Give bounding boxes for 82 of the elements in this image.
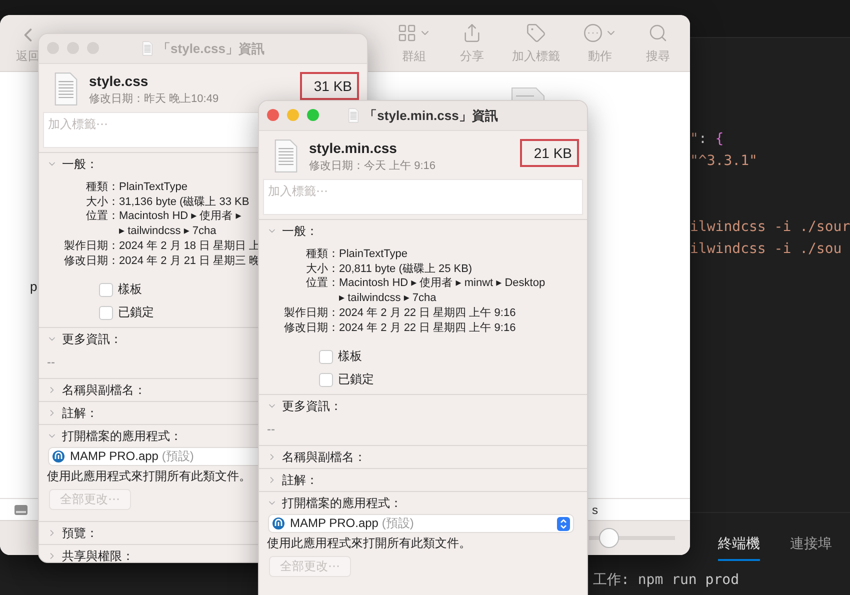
terminal-line: 工作: npm run prod <box>593 571 740 589</box>
file-label: p <box>30 279 38 294</box>
toolbar-button[interactable]: 動作 <box>582 21 618 65</box>
section-title: 名稱與副檔名： <box>62 382 146 399</box>
info-value: PlainTextType <box>339 247 408 262</box>
slider-thumb[interactable] <box>599 528 620 548</box>
modified-date: 修改日期：今天 上午 9:16 <box>309 158 437 172</box>
window-control-icon[interactable] <box>307 109 319 121</box>
toolbar-button[interactable]: 搜尋 <box>640 21 676 65</box>
checkbox-label: 已鎖定 <box>118 304 154 322</box>
share-icon <box>462 23 482 43</box>
info-label: 修改日期： <box>63 254 119 268</box>
checkbox[interactable] <box>319 350 333 364</box>
document-icon <box>142 41 153 56</box>
info-label: 製作日期： <box>283 306 339 321</box>
info-value: 2024 年 2 月 22 日 星期四 上午 9:16 <box>339 306 517 321</box>
panel-tab[interactable]: 終端機 <box>718 535 760 561</box>
info-label: 大小： <box>305 262 339 276</box>
toolbar-button[interactable]: 加入標籤 <box>512 21 560 65</box>
checkbox-label: 樣板 <box>118 281 142 298</box>
section-title: 更多資訊： <box>282 398 342 415</box>
checkbox-label: 樣板 <box>338 348 362 366</box>
app-icon <box>52 450 65 464</box>
window-control-icon[interactable] <box>287 109 299 121</box>
section-title: 一般： <box>282 222 318 240</box>
checkbox-label: 已鎖定 <box>338 371 374 388</box>
app-icon <box>272 517 285 530</box>
document-icon <box>53 72 79 106</box>
info-value: 20,811 byte (磁碟上 25 KB) <box>339 262 474 276</box>
search-icon <box>648 23 668 43</box>
section-title: 打開檔案的應用程式： <box>62 428 182 445</box>
status-text: s <box>592 502 598 516</box>
code-line: ilwindcss -i ./sour <box>690 218 850 237</box>
tag-field[interactable]: 加入標籤⋯ <box>263 179 583 215</box>
group-icon <box>397 23 417 43</box>
section-title: 更多資訊： <box>62 330 122 348</box>
section-title: 註解： <box>62 404 98 422</box>
info-value: 31,136 byte (磁碟上 33 KB <box>119 194 250 210</box>
panel-tab[interactable]: 連接埠 <box>790 535 832 561</box>
info-value: Macintosh HD ▸ 使用者 ▸ minwt ▸ Desktop <box>339 276 546 292</box>
section-title: 共享與權限： <box>62 548 134 562</box>
info-value: ▸ tailwindcss ▸ 7cha <box>119 224 218 239</box>
action-icon <box>583 23 603 43</box>
file-name: style.css <box>89 72 150 88</box>
info-value: ▸ tailwindcss ▸ 7cha <box>339 291 438 306</box>
file-size: 21 KB <box>520 139 579 167</box>
section-title: 註解： <box>282 472 318 489</box>
toolbar-button[interactable]: 分享 <box>454 21 490 65</box>
info-value: PlainTextType <box>119 180 188 195</box>
info-value: -- <box>267 422 275 436</box>
info-value: -- <box>47 355 55 370</box>
checkbox[interactable] <box>319 372 333 387</box>
section-title: 打開檔案的應用程式： <box>282 494 402 512</box>
document-icon <box>273 139 299 173</box>
info-label: 製作日期： <box>63 238 119 254</box>
code-line: ilwindcss -i ./sou <box>690 240 843 259</box>
window-title: 「style.min.css」資訊 <box>364 106 498 124</box>
info-label: 大小： <box>85 194 119 210</box>
section-title: 一般： <box>62 156 98 172</box>
toolbar-button[interactable]: 群組 <box>396 21 432 65</box>
hint-text: 使用此應用程式來打開所有此類文件。 <box>47 468 251 486</box>
info-label: 種類： <box>85 180 119 195</box>
code-line: ": { <box>690 130 725 149</box>
hint-text: 使用此應用程式來打開所有此類文件。 <box>267 535 471 552</box>
info-label: 位置： <box>85 209 119 224</box>
info-value: Macintosh HD ▸ 使用者 ▸ <box>119 209 242 224</box>
file-size: 31 KB <box>300 72 359 100</box>
window-control-icon[interactable] <box>267 109 279 121</box>
info-label: 修改日期： <box>283 320 339 336</box>
info-value: 2024 年 2 月 22 日 星期四 上午 9:16 <box>339 320 517 336</box>
tag-icon <box>526 23 546 43</box>
stepper-icon <box>557 516 570 531</box>
modified-date: 修改日期：昨天 晚上10:49 <box>89 92 220 106</box>
checkbox[interactable] <box>99 282 113 297</box>
info-label: 種類： <box>305 247 339 262</box>
checkbox[interactable] <box>99 306 113 320</box>
code-line: "^3.3.1" <box>690 152 758 171</box>
app-popup[interactable]: MAMP PRO.app (預設) <box>269 515 573 532</box>
info-label: 位置： <box>305 276 339 292</box>
section-title: 預覽： <box>62 524 98 542</box>
document-icon <box>348 108 360 123</box>
window-title: 「style.css」資訊 <box>158 40 264 58</box>
